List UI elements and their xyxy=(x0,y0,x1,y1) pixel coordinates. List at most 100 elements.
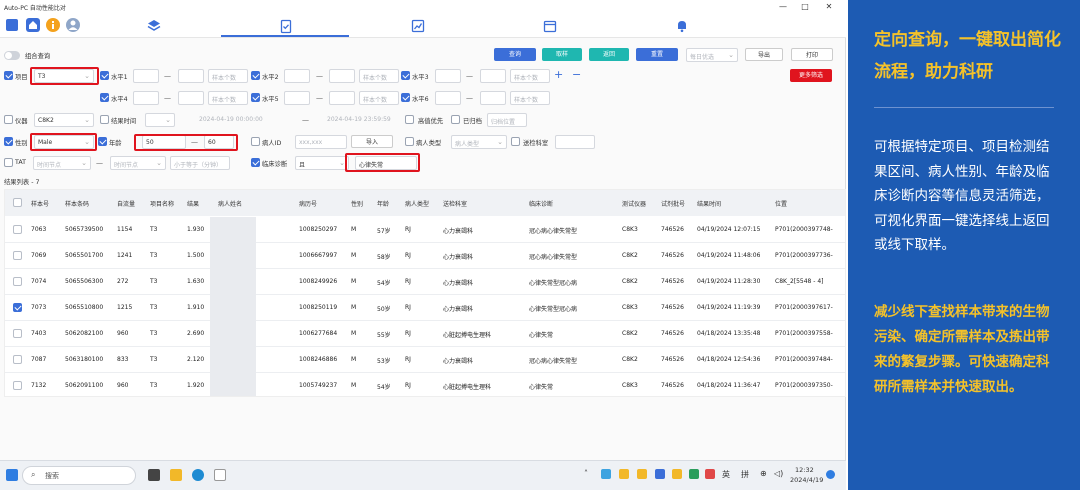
level1-min-input[interactable] xyxy=(133,69,159,83)
patient-id-input[interactable]: xxx,xxx xyxy=(295,135,347,149)
bell-icon[interactable] xyxy=(674,18,690,34)
high-value-first-checkbox[interactable] xyxy=(405,115,414,124)
diagnosis-checkbox[interactable] xyxy=(251,158,260,167)
preset-select[interactable]: 每日优选 ⌄ xyxy=(686,48,738,62)
more-filter-button[interactable]: 更多筛选 xyxy=(790,69,832,82)
result-time-start[interactable]: 2024-04-19 00:00:00 xyxy=(196,113,296,127)
column-header-sample-barcode[interactable]: 样本条码 xyxy=(65,199,89,208)
row-checkbox[interactable] xyxy=(13,381,22,390)
level1-count-input[interactable]: 样本个数 xyxy=(208,69,248,83)
level2-max-input[interactable] xyxy=(329,69,355,83)
level5-min-input[interactable] xyxy=(284,91,310,105)
task-view-icon[interactable] xyxy=(148,469,160,481)
tat-checkbox[interactable] xyxy=(4,158,13,167)
remove-level-icon[interactable]: − xyxy=(572,68,581,81)
column-header-patient-type[interactable]: 病人类型 xyxy=(405,199,429,208)
import-button[interactable]: 导入 xyxy=(351,135,393,148)
column-header-sample-no[interactable]: 样本号 xyxy=(31,199,49,208)
tray-overflow-icon[interactable]: ˄ xyxy=(584,469,588,478)
column-header-age[interactable]: 年龄 xyxy=(377,199,389,208)
combined-query-toggle[interactable] xyxy=(4,51,20,60)
table-row[interactable]: 7132 5062091100 960 T3 1.920 1005749237 M 54岁 RJ… xyxy=(5,373,845,396)
tray-app-icon[interactable] xyxy=(601,469,611,479)
dept-select[interactable] xyxy=(555,135,595,149)
level6-min-input[interactable] xyxy=(435,91,461,105)
column-header-result-time[interactable]: 结果时间 xyxy=(697,199,721,208)
tray-app-icon[interactable] xyxy=(689,469,699,479)
windows-start-icon[interactable] xyxy=(6,469,18,481)
column-header-instrument[interactable]: 测试仪器 xyxy=(622,199,646,208)
level5-count-input[interactable]: 样本个数 xyxy=(359,91,399,105)
column-header-record-no[interactable]: 病历号 xyxy=(299,199,317,208)
network-icon[interactable]: ⊕ xyxy=(760,469,767,478)
level2-min-input[interactable] xyxy=(284,69,310,83)
clock-time[interactable]: 12:32 xyxy=(795,466,814,474)
tat-limit-input[interactable]: 小于等于（分钟） xyxy=(170,156,230,170)
patient-type-select[interactable]: 病人类型 ⌄ xyxy=(451,135,507,149)
level4-max-input[interactable] xyxy=(178,91,204,105)
level3-count-input[interactable]: 样本个数 xyxy=(510,69,550,83)
maximize-button[interactable]: □ xyxy=(798,2,812,11)
level3-min-input[interactable] xyxy=(435,69,461,83)
level4-count-input[interactable]: 样本个数 xyxy=(208,91,248,105)
edge-browser-icon[interactable] xyxy=(192,469,204,481)
table-row[interactable]: 7069 5065501700 1241 T3 1.500 1006667997 M 58岁 R… xyxy=(5,243,845,269)
column-header-gender[interactable]: 性别 xyxy=(351,199,363,208)
column-header-patient-name[interactable]: 病人姓名 xyxy=(218,199,242,208)
result-time-end[interactable]: 2024-04-19 23:59:59 xyxy=(324,113,414,127)
diagnosis-operator-select[interactable]: 且 ⌄ xyxy=(295,156,349,170)
column-header-lot-no[interactable]: 试剂批号 xyxy=(661,199,685,208)
layers-icon[interactable] xyxy=(146,18,162,34)
tray-app-icon[interactable] xyxy=(672,469,682,479)
notification-icon[interactable] xyxy=(826,470,835,479)
export-button[interactable]: 导出 xyxy=(745,48,783,61)
table-row[interactable]: 7403 5062082100 960 T3 2.690 1006277684 M 55岁 RJ… xyxy=(5,321,845,347)
item-checkbox[interactable] xyxy=(4,71,13,80)
tat-from-select[interactable]: 时间节点 ⌄ xyxy=(33,156,91,170)
clipboard-check-icon[interactable] xyxy=(278,18,294,34)
result-time-checkbox[interactable] xyxy=(100,115,109,124)
row-checkbox[interactable] xyxy=(13,277,22,286)
input-method-indicator[interactable]: 拼 xyxy=(741,469,749,480)
table-row[interactable]: 7073 5065510800 1215 T3 1.910 1008250119 M 50岁 R… xyxy=(5,295,845,321)
column-header-diagnosis[interactable]: 临床诊断 xyxy=(529,199,553,208)
table-row[interactable]: 7063 5065739500 1154 T3 1.930 1008250297 M 57岁 R… xyxy=(5,217,845,243)
select-all-checkbox[interactable] xyxy=(13,198,22,207)
level1-max-input[interactable] xyxy=(178,69,204,83)
volume-icon[interactable]: ◁) xyxy=(774,469,783,478)
query-button[interactable]: 查询 xyxy=(494,48,536,61)
home-icon[interactable] xyxy=(26,18,40,32)
column-header-item-name[interactable]: 项目名称 xyxy=(150,199,174,208)
sample-button[interactable]: 取样 xyxy=(542,48,582,61)
column-header-flow[interactable]: 自流量 xyxy=(117,199,135,208)
dept-checkbox[interactable] xyxy=(511,137,520,146)
print-button[interactable]: 打印 xyxy=(791,48,833,61)
patient-type-checkbox[interactable] xyxy=(405,137,414,146)
row-checkbox[interactable] xyxy=(13,303,22,312)
instrument-select[interactable]: C8K2 ⌄ xyxy=(34,113,94,127)
clock-date[interactable]: 2024/4/19 xyxy=(790,476,823,484)
input-language-indicator[interactable]: 英 xyxy=(722,469,730,480)
column-header-result[interactable]: 结果 xyxy=(187,199,199,208)
grid-icon[interactable] xyxy=(6,19,18,31)
tray-app-icon[interactable] xyxy=(637,469,647,479)
reset-button[interactable]: 重置 xyxy=(636,48,678,61)
level6-max-input[interactable] xyxy=(480,91,506,105)
tray-app-icon[interactable] xyxy=(619,469,629,479)
patient-id-checkbox[interactable] xyxy=(251,137,260,146)
close-button[interactable]: ✕ xyxy=(822,2,836,11)
instrument-checkbox[interactable] xyxy=(4,115,13,124)
chart-icon[interactable] xyxy=(410,18,426,34)
archived-checkbox[interactable] xyxy=(451,115,460,124)
gender-checkbox[interactable] xyxy=(4,137,13,146)
column-header-dept[interactable]: 送检科室 xyxy=(443,199,467,208)
pen-app-icon[interactable] xyxy=(214,469,226,481)
row-checkbox[interactable] xyxy=(13,225,22,234)
level2-checkbox[interactable] xyxy=(251,71,260,80)
row-checkbox[interactable] xyxy=(13,329,22,338)
table-row[interactable]: 7087 5063180100 833 T3 2.120 1008246886 M 53岁 RJ… xyxy=(5,347,845,373)
user-icon[interactable] xyxy=(66,18,80,32)
tray-app-icon[interactable] xyxy=(655,469,665,479)
level1-checkbox[interactable] xyxy=(100,71,109,80)
row-checkbox[interactable] xyxy=(13,355,22,364)
